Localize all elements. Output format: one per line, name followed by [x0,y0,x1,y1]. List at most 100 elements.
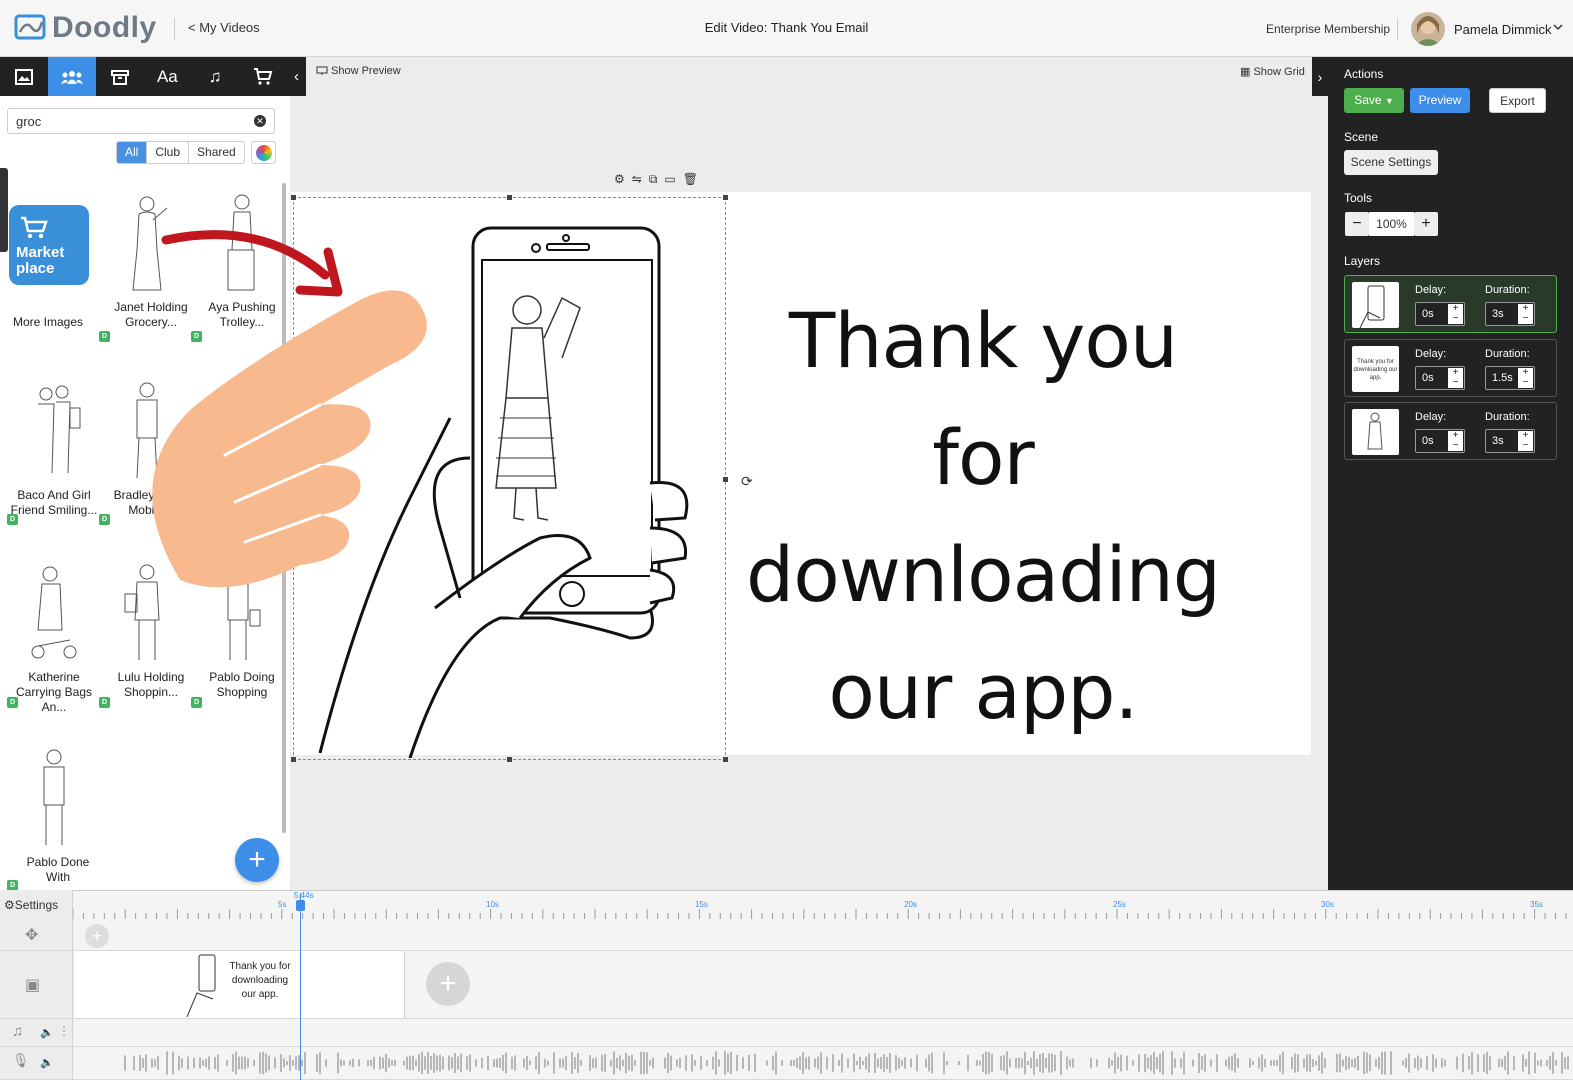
zoom-out-button[interactable]: − [1345,212,1369,236]
resize-handle[interactable] [723,195,728,200]
layer-thumbnail [1352,282,1399,328]
color-wheel-icon [255,144,272,161]
duration-stepper[interactable]: 1.5s + − [1485,366,1535,390]
text-icon[interactable]: Aa [143,57,191,96]
volume-icon[interactable]: 🔈 [40,1026,54,1039]
canvas-text-element[interactable]: Thank you for downloading our app. [733,282,1233,750]
show-preview-label: Show Preview [331,65,401,77]
cart-icon[interactable] [239,57,287,96]
trash-icon[interactable]: 🗑 [683,172,698,187]
asset-item[interactable]: Katherine Carrying Bags An... [10,560,98,715]
stepper-buttons[interactable]: + − [1448,304,1463,324]
delay-stepper[interactable]: 0s + − [1415,429,1465,453]
resize-handle[interactable] [507,195,512,200]
add-scene-button[interactable]: + [426,962,470,1006]
caret-down-icon[interactable]: ▼ [1385,96,1394,106]
duration-stepper[interactable]: 3s + − [1485,429,1535,453]
clip-thumbnail [186,954,216,1017]
more-images-link[interactable]: More Images [4,315,92,330]
preview-button[interactable]: Preview [1410,88,1470,113]
playhead-handle[interactable] [296,900,305,911]
tick-label: 5s [278,900,287,909]
playhead[interactable] [300,893,301,1080]
save-button[interactable]: Save ▼ [1344,88,1404,113]
clear-search-icon[interactable]: ✕ [254,115,266,127]
marketplace-tile[interactable]: Market place [9,205,89,285]
export-button[interactable]: Export [1489,88,1546,113]
add-asset-button[interactable]: + [235,838,279,882]
layer-thumbnail [1352,409,1399,455]
stepper-buttons[interactable]: + − [1448,368,1463,388]
resize-handle[interactable] [507,757,512,762]
avatar[interactable] [1411,12,1445,46]
text-line: Thank you for [788,296,1178,502]
club-badge-icon: D [7,514,18,525]
filter-group: All Club Shared [116,141,245,164]
logo-text: Doodly [52,11,157,44]
resize-handle[interactable] [291,757,296,762]
delay-value: 0s [1422,435,1434,447]
flip-icon[interactable]: ⇋ [632,172,642,187]
more-options-icon[interactable]: ⋮ [58,1024,70,1038]
delay-stepper[interactable]: 0s + − [1415,366,1465,390]
move-icon[interactable]: ✥ [25,925,38,945]
stepper-buttons[interactable]: + − [1448,431,1463,451]
send-back-icon[interactable]: ▭ [664,172,675,187]
zoom-level: 100% [1369,212,1414,236]
stepper-buttons[interactable]: + − [1518,368,1533,388]
resize-handle[interactable] [291,195,296,200]
user-name[interactable]: Pamela Dimmick [1454,22,1552,37]
characters-icon[interactable] [47,57,96,96]
microphone-icon[interactable]: 🎙 [12,1052,30,1069]
categories-tab[interactable] [0,168,8,252]
layer-item[interactable]: Thank you for downloading our app. Delay… [1344,339,1557,397]
collapse-panel-icon[interactable]: ‹ [287,57,306,96]
resize-handle[interactable] [723,757,728,762]
image-icon[interactable] [0,57,48,96]
props-icon[interactable] [96,57,144,96]
doodly-logo[interactable]: Doodly [14,9,157,47]
music-icon[interactable]: ♫ [12,1023,23,1040]
timeline-settings[interactable]: ⚙Settings [4,898,58,912]
resize-handle[interactable] [723,477,728,482]
monitor-icon [316,66,328,75]
tick-label: 30s [1321,900,1334,909]
show-grid-toggle[interactable]: ▦ Show Grid [1240,65,1305,78]
filter-shared[interactable]: Shared [189,142,244,163]
show-preview-toggle[interactable]: Show Preview [316,65,401,77]
color-filter-button[interactable] [251,141,276,164]
filter-club[interactable]: Club [147,142,190,163]
my-videos-link[interactable]: < My Videos [188,20,260,35]
search-input[interactable] [7,108,275,134]
character-thumbnail [31,566,77,659]
divider [174,18,175,40]
filter-all[interactable]: All [117,142,148,163]
stepper-buttons[interactable]: + − [1518,304,1533,324]
settings-label: Settings [14,898,59,912]
bring-forward-icon[interactable]: ⧉ [649,172,658,187]
duration-stepper[interactable]: 3s + − [1485,302,1535,326]
music-icon[interactable]: ♫ [191,57,239,96]
transition-track [0,919,1573,951]
zoom-in-button[interactable]: + [1414,212,1438,236]
volume-icon[interactable]: 🔈 [40,1056,54,1069]
stepper-buttons[interactable]: + − [1518,431,1533,451]
layer-item[interactable]: Delay: Duration: 0s + − 3s + − [1344,402,1557,460]
chevron-down-icon[interactable] [1553,22,1563,32]
duration-value: 1.5s [1492,372,1513,384]
tick-label: 10s [486,900,499,909]
duration-label: Duration: [1485,348,1530,360]
club-badge-icon: D [191,697,202,708]
tick-label: 20s [904,900,917,909]
asset-item[interactable]: Pablo Done With [10,745,98,885]
collapse-right-panel-icon[interactable]: › [1312,57,1328,96]
layer-thumbnail: Thank you for downloading our app. [1352,346,1399,392]
asset-item[interactable]: Baco And Girl Friend Smiling... [10,378,98,518]
delay-stepper[interactable]: 0s + − [1415,302,1465,326]
scene-settings-button[interactable]: Scene Settings [1344,150,1438,175]
add-transition-button[interactable]: + [85,924,109,948]
gear-icon[interactable]: ⚙ [614,172,625,187]
asset-label: Baco And Girl Friend Smiling... [10,488,98,517]
layer-item[interactable]: Delay: Duration: 0s + − 3s + − [1344,275,1557,333]
duration-value: 3s [1492,308,1504,320]
